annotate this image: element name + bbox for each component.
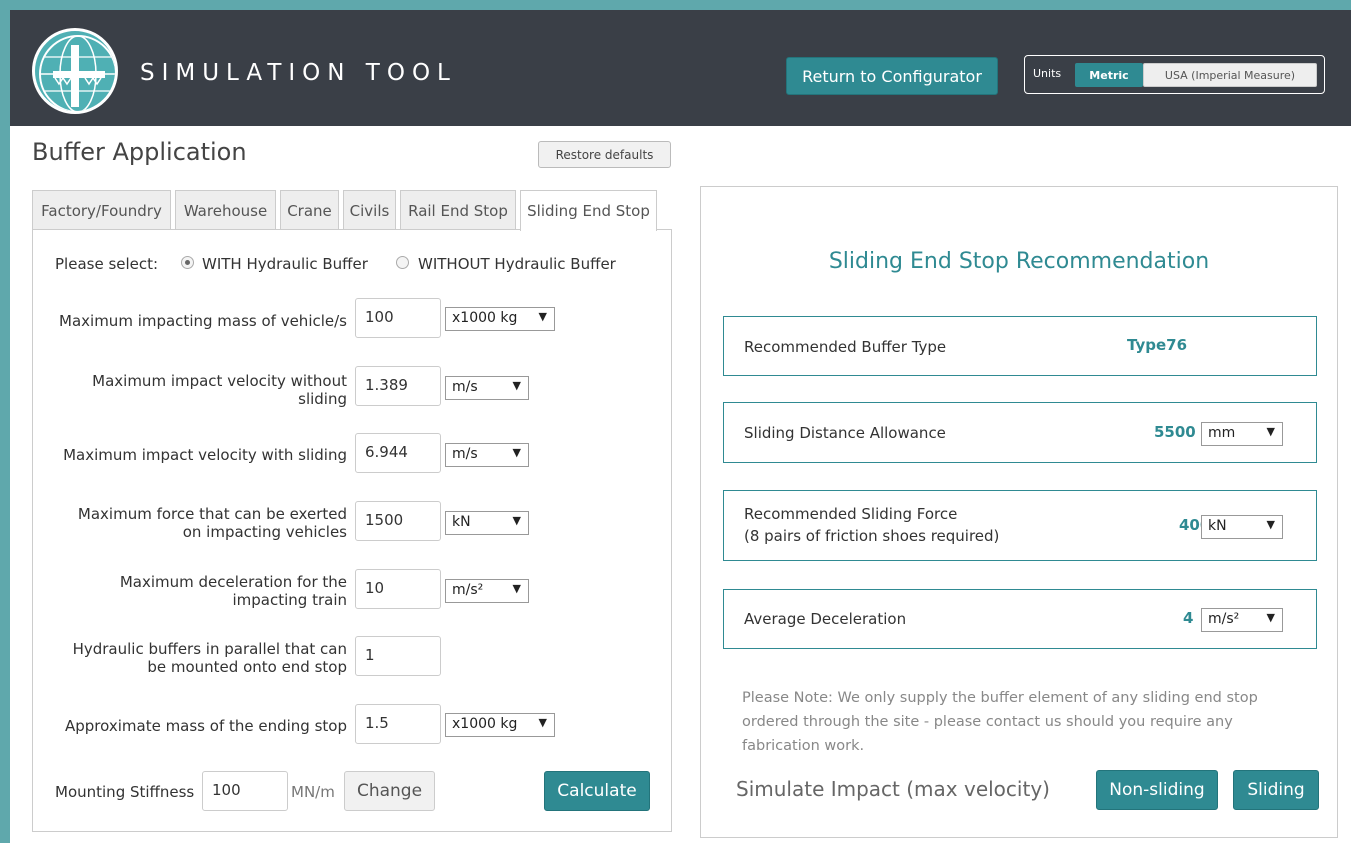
- return-to-configurator-button[interactable]: Return to Configurator: [786, 57, 998, 95]
- tab-warehouse[interactable]: Warehouse: [175, 190, 276, 230]
- velocity-no-slide-label: Maximum impact velocity without sliding: [92, 372, 347, 408]
- left-accent-edge: [0, 0, 10, 843]
- buffers-parallel-input[interactable]: 1: [355, 636, 441, 676]
- tab-rail-end-stop[interactable]: Rail End Stop: [400, 190, 516, 230]
- non-sliding-button[interactable]: Non-sliding: [1096, 770, 1218, 810]
- radio-without-label: WITHOUT Hydraulic Buffer: [418, 255, 616, 273]
- radio-with-buffer[interactable]: [181, 256, 194, 269]
- sliding-distance-unit-select[interactable]: mm ▼: [1201, 422, 1283, 446]
- stiffness-input[interactable]: 100: [202, 771, 288, 811]
- page-title: Buffer Application: [32, 138, 247, 166]
- change-stiffness-button[interactable]: Change: [344, 771, 435, 811]
- max-force-input[interactable]: 1500: [355, 501, 441, 541]
- sliding-force-label: Recommended Sliding Force (8 pairs of fri…: [744, 505, 1000, 545]
- stiffness-unit: MN/m: [291, 783, 335, 801]
- simulate-impact-label: Simulate Impact (max velocity): [736, 777, 1050, 801]
- avg-decel-card: Average Deceleration 4 m/s² ▼: [723, 589, 1317, 649]
- buffer-type-value: Type76: [1127, 336, 1188, 354]
- app-title: SIMULATION TOOL: [140, 60, 457, 86]
- velocity-slide-input[interactable]: 6.944: [355, 433, 441, 473]
- buffers-parallel-label: Hydraulic buffers in parallel that can be…: [72, 640, 347, 676]
- max-force-unit-select[interactable]: kN ▼: [445, 511, 529, 535]
- tab-sliding-end-stop[interactable]: Sliding End Stop: [520, 190, 657, 231]
- units-toggle: Units Metric USA (Imperial Measure): [1024, 55, 1325, 94]
- end-stop-mass-input[interactable]: 1.5: [355, 704, 441, 744]
- avg-decel-unit-select[interactable]: m/s² ▼: [1201, 608, 1283, 632]
- tab-factory-foundry[interactable]: Factory/Foundry: [32, 190, 171, 230]
- max-decel-label: Maximum deceleration for the impacting tr…: [119, 573, 347, 609]
- end-stop-mass-label: Approximate mass of the ending stop: [64, 717, 347, 735]
- units-label: Units: [1033, 67, 1062, 80]
- stiffness-label: Mounting Stiffness: [55, 783, 195, 801]
- header-bar: SIMULATION TOOL Return to Configurator U…: [10, 10, 1351, 126]
- radio-with-label: WITH Hydraulic Buffer: [202, 255, 368, 273]
- app-window: SIMULATION TOOL Return to Configurator U…: [0, 0, 1351, 843]
- mass-input[interactable]: 100: [355, 298, 441, 338]
- mass-label: Maximum impacting mass of vehicle/s: [59, 312, 347, 330]
- avg-decel-value: 4: [1183, 609, 1194, 627]
- max-decel-unit-select[interactable]: m/s² ▼: [445, 579, 529, 603]
- please-select-label: Please select:: [55, 255, 159, 273]
- input-form-panel: Please select: WITH Hydraulic Buffer WIT…: [32, 229, 672, 832]
- restore-defaults-button[interactable]: Restore defaults: [538, 141, 671, 168]
- sliding-distance-card: Sliding Distance Allowance 5500 mm ▼: [723, 402, 1317, 463]
- sliding-distance-label: Sliding Distance Allowance: [744, 424, 946, 442]
- sliding-distance-value: 5500: [1154, 423, 1196, 441]
- avg-decel-label: Average Deceleration: [744, 610, 907, 628]
- buffer-type-card: Recommended Buffer Type Type76: [723, 316, 1317, 376]
- velocity-no-slide-input[interactable]: 1.389: [355, 366, 441, 406]
- velocity-slide-label: Maximum impact velocity with sliding: [63, 446, 347, 464]
- radio-without-buffer[interactable]: [396, 256, 409, 269]
- velocity-slide-unit-select[interactable]: m/s ▼: [445, 443, 529, 467]
- sliding-button[interactable]: Sliding: [1233, 770, 1319, 810]
- fabrication-note: Please Note: We only supply the buffer e…: [742, 690, 1258, 754]
- tab-civils[interactable]: Civils: [343, 190, 396, 230]
- units-imperial-option[interactable]: USA (Imperial Measure): [1143, 63, 1317, 87]
- calculate-button[interactable]: Calculate: [544, 771, 650, 811]
- logo-icon: [32, 28, 118, 114]
- sliding-force-unit-select[interactable]: kN ▼: [1201, 515, 1283, 539]
- mass-unit-select[interactable]: x1000 kg ▼: [445, 307, 555, 331]
- units-metric-option[interactable]: Metric: [1075, 63, 1143, 87]
- max-decel-input[interactable]: 10: [355, 569, 441, 609]
- tab-crane[interactable]: Crane: [280, 190, 339, 230]
- recommendation-title: Sliding End Stop Recommendation: [828, 249, 1210, 274]
- buffer-type-label: Recommended Buffer Type: [744, 338, 947, 356]
- velocity-no-slide-unit-select[interactable]: m/s ▼: [445, 376, 529, 400]
- sliding-force-card: Recommended Sliding Force (8 pairs of fri…: [723, 490, 1317, 561]
- end-stop-mass-unit-select[interactable]: x1000 kg ▼: [445, 713, 555, 737]
- recommendation-panel: Sliding End Stop Recommendation Recommen…: [700, 186, 1338, 838]
- max-force-label: Maximum force that can be exerted on impa…: [77, 505, 347, 541]
